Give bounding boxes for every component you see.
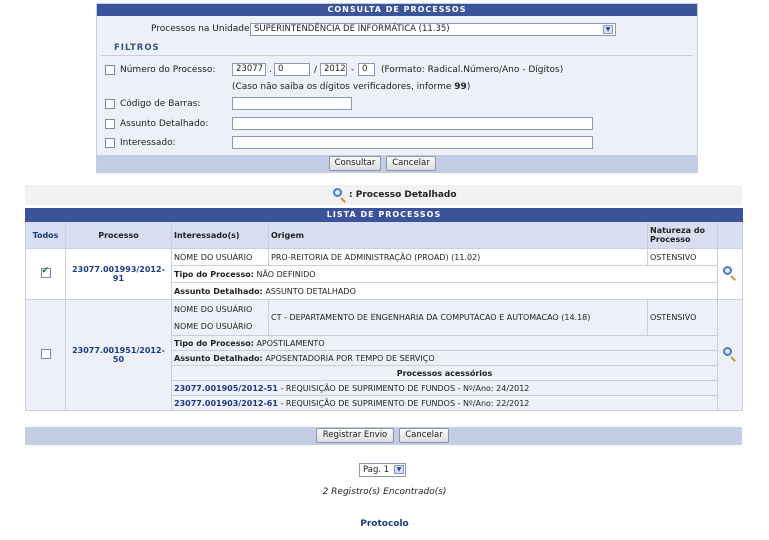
- tipo-label: Tipo do Processo:: [174, 338, 254, 348]
- unidade-label: Processos na Unidade:: [151, 24, 253, 34]
- codigo-checkbox[interactable]: [105, 99, 115, 109]
- acessorio-cell: 23077.001905/2012-51 - REQUISIÇÃO DE SUP…: [171, 380, 718, 396]
- numero-format-hint: (Formato: Radical.Número/Ano - Dígitos): [381, 65, 564, 75]
- cancelar-lista-button[interactable]: Cancelar: [399, 428, 449, 443]
- tipo-value: APOSTILAMENTO: [256, 338, 325, 348]
- chevron-down-icon[interactable]: ▼: [603, 25, 613, 34]
- codigo-barras-input[interactable]: [232, 97, 352, 110]
- interessados-header: Interessado(s): [171, 221, 269, 249]
- codigo-label: Código de Barras:: [120, 99, 201, 109]
- digitos-hint-close: ): [466, 82, 471, 92]
- interessado-checkbox[interactable]: [105, 138, 115, 148]
- acessorio-desc: - REQUISIÇÃO DE SUPRIMENTO DE FUNDOS - N…: [277, 383, 530, 393]
- numero-checkbox[interactable]: [105, 65, 115, 75]
- magnifier-icon[interactable]: [723, 266, 737, 281]
- cancelar-consulta-button[interactable]: Cancelar: [386, 156, 436, 171]
- processo-number[interactable]: 23077.001993/2012-91: [72, 265, 165, 283]
- assunto-input[interactable]: [232, 117, 593, 130]
- filtros-header: Filtros: [101, 42, 693, 56]
- numero-digito-input[interactable]: 0: [358, 63, 375, 76]
- acessorio-link[interactable]: 23077.001903/2012-61: [174, 399, 278, 408]
- tipo-value: NÃO DEFINIDO: [256, 269, 316, 279]
- digitos-hint-number: 99: [454, 82, 467, 92]
- chevron-down-icon[interactable]: ▼: [394, 465, 404, 474]
- processo-number[interactable]: 23077.001951/2012-50: [72, 346, 165, 364]
- row-checkbox[interactable]: [40, 349, 51, 359]
- row-checkbox[interactable]: [40, 266, 51, 278]
- natureza-cell: OSTENSIVO: [647, 248, 718, 266]
- row-select-cell: [25, 248, 66, 300]
- digitos-hint: (Caso não saiba os dígitos verificadores…: [232, 82, 470, 92]
- processo-cell: 23077.001993/2012-91: [65, 248, 172, 300]
- consulta-title: Consulta de Processos: [97, 4, 697, 16]
- page-select-value: Pag. 1: [363, 465, 390, 475]
- numero-ano-input[interactable]: 2012: [320, 63, 347, 76]
- interessado-cell: NOME DO USUÁRIO: [171, 248, 269, 266]
- acao-header: [716, 221, 744, 249]
- consultar-button[interactable]: Consultar: [329, 156, 381, 171]
- numero-sep-dot: .: [269, 65, 272, 75]
- todos-header[interactable]: Todos: [25, 221, 66, 249]
- table-row: 23077.001951/2012-50 NOME DO USUÁRIO NOME…: [25, 299, 744, 411]
- assunto-cell: Assunto Detalhado: APOSENTADORIA POR TEM…: [171, 350, 718, 366]
- magnifier-icon[interactable]: [723, 347, 737, 362]
- origem-header: Origem: [268, 221, 648, 249]
- lista-title: Lista de Processos: [24, 208, 744, 222]
- legend-label: : Processo Detalhado: [349, 190, 457, 200]
- row-select-cell: [25, 299, 66, 411]
- interessado-name: NOME DO USUÁRIO: [174, 304, 253, 314]
- numero-num-input[interactable]: 0: [274, 63, 310, 76]
- processos-table: Lista de Processos Todos Processo Intere…: [24, 208, 744, 411]
- assunto-value: ASSUNTO DETALHADO: [265, 286, 356, 296]
- consulta-form: Consulta de Processos Processos na Unida…: [96, 3, 698, 173]
- protocolo-link[interactable]: Protocolo: [0, 519, 769, 529]
- table-row: 23077.001993/2012-91 NOME DO USUÁRIO PRO…: [25, 248, 744, 300]
- acessorio-desc: - REQUISIÇÃO DE SUPRIMENTO DE FUNDOS - N…: [277, 398, 530, 408]
- lista-footer: Registrar Envio Cancelar: [25, 427, 742, 445]
- assunto-checkbox[interactable]: [105, 119, 115, 129]
- consulta-footer: Consultar Cancelar: [97, 155, 697, 173]
- origem-cell: PRO-REITORIA DE ADMINISTRAÇÃO (PROAD) (1…: [268, 248, 648, 266]
- registros-count: 2 Registro(s) Encontrado(s): [322, 487, 447, 497]
- unidade-select[interactable]: SUPERINTENDÊNCIA DE INFORMÁTICA (11.35) …: [250, 23, 616, 36]
- assunto-cell: Assunto Detalhado: ASSUNTO DETALHADO: [171, 282, 718, 300]
- interessado-name: NOME DO USUÁRIO: [174, 321, 253, 331]
- numero-label: Número do Processo:: [120, 65, 216, 75]
- processo-cell: 23077.001951/2012-50: [65, 299, 172, 411]
- assunto-value: APOSENTADORIA POR TEMPO DE SERVIÇO: [265, 353, 435, 363]
- unidade-select-value: SUPERINTENDÊNCIA DE INFORMÁTICA (11.35): [254, 24, 450, 34]
- lista-processos: Lista de Processos Todos Processo Intere…: [24, 208, 744, 411]
- processo-header: Processo: [65, 221, 172, 249]
- natureza-header: Natureza do Processo: [647, 221, 718, 249]
- acessorio-link[interactable]: 23077.001905/2012-51: [174, 384, 278, 393]
- page-select[interactable]: Pag. 1 ▼: [359, 463, 406, 477]
- acessorios-title: Processos acessórios: [171, 365, 718, 381]
- interessado-input[interactable]: [232, 136, 593, 149]
- acessorio-cell: 23077.001903/2012-61 - REQUISIÇÃO DE SUP…: [171, 395, 718, 411]
- interessado-cell: NOME DO USUÁRIO NOME DO USUÁRIO: [171, 299, 269, 336]
- assunto-label: Assunto Detalhado:: [174, 286, 263, 296]
- interessado-label: Interessado:: [120, 138, 176, 148]
- natureza-cell: OSTENSIVO: [647, 299, 718, 336]
- numero-radical-input[interactable]: 23077: [232, 63, 266, 76]
- tipo-label: Tipo do Processo:: [174, 269, 254, 279]
- tipo-cell: Tipo do Processo: NÃO DEFINIDO: [171, 265, 718, 283]
- assunto-label: Assunto Detalhado:: [120, 119, 209, 129]
- legend-strip: : Processo Detalhado: [25, 185, 742, 205]
- digitos-hint-text: (Caso não saiba os dígitos verificadores…: [232, 82, 455, 92]
- assunto-label: Assunto Detalhado:: [174, 353, 263, 363]
- detalhe-cell: [716, 299, 744, 411]
- origem-cell: CT - DEPARTAMENTO DE ENGENHARIA DA COMPU…: [268, 299, 648, 336]
- tipo-cell: Tipo do Processo: APOSTILAMENTO: [171, 335, 718, 351]
- filtros-title: Filtros: [114, 43, 160, 53]
- magnifier-icon: [333, 188, 347, 203]
- numero-sep-slash: /: [314, 65, 318, 75]
- detalhe-cell: [716, 248, 744, 300]
- numero-sep-dash: -: [351, 65, 355, 75]
- registrar-envio-button[interactable]: Registrar Envio: [316, 428, 394, 443]
